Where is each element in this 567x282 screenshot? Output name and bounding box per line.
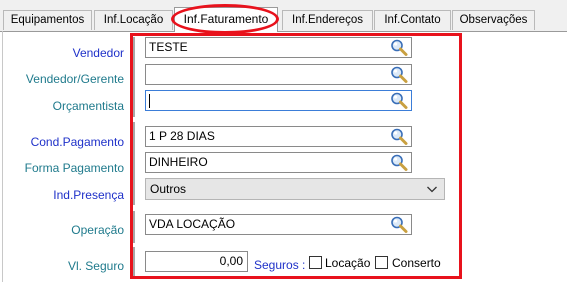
forma-pagamento-label: Forma Pagamento	[24, 161, 124, 175]
tab-inf-faturamento[interactable]: Inf.Faturamento	[174, 7, 278, 32]
cond-pagamento-field[interactable]: 1 P 28 DIAS	[145, 126, 412, 147]
forma-pagamento-lookup-magnifier-icon[interactable]	[389, 153, 410, 172]
seguro-locacao-label: Locação	[325, 256, 371, 270]
cond-pagamento-label: Cond.Pagamento	[30, 135, 124, 149]
vl-seguro-field[interactable]: 0,00	[145, 251, 248, 272]
vendedor-lookup-magnifier-icon[interactable]	[389, 38, 410, 57]
vendedor-gerente-label: Vendedor/Gerente	[25, 72, 124, 86]
seguro-locacao-checkbox[interactable]	[309, 256, 322, 269]
ind-presenca-label: Ind.Presença	[53, 188, 124, 202]
forma-pagamento-value: DINHEIRO	[149, 155, 208, 169]
tab-equipamentos[interactable]: Equipamentos	[3, 10, 92, 30]
tab-observacoes[interactable]: Observações	[452, 10, 535, 30]
group-separator	[133, 122, 135, 205]
panel-left-border	[2, 31, 3, 282]
operacao-lookup-magnifier-icon[interactable]	[389, 215, 410, 234]
seguro-conserto-checkbox[interactable]	[375, 256, 388, 269]
group-separator	[133, 211, 135, 243]
tab-inf-enderecos[interactable]: Inf.Endereços	[282, 10, 373, 30]
seguro-conserto-label: Conserto	[392, 256, 441, 270]
text-caret	[149, 94, 150, 108]
tab-inf-contato[interactable]: Inf.Contato	[374, 10, 451, 30]
ind-presenca-value: Outros	[150, 182, 187, 196]
cond-pagamento-lookup-magnifier-icon[interactable]	[389, 127, 410, 146]
tab-strip: Equipamentos Inf.Locação Inf.Faturamento…	[0, 0, 567, 32]
orcamentista-field[interactable]	[145, 90, 412, 111]
chevron-down-icon	[427, 186, 437, 193]
seguros-label: Seguros :	[254, 258, 306, 272]
cond-pagamento-value: 1 P 28 DIAS	[149, 129, 215, 143]
operacao-field[interactable]: VDA LOCAÇÃO	[145, 214, 412, 235]
orcamentista-label: Orçamentista	[52, 99, 124, 113]
orcamentista-lookup-magnifier-icon[interactable]	[389, 91, 410, 110]
vendedor-gerente-lookup-magnifier-icon[interactable]	[389, 65, 410, 84]
tab-inf-locacao[interactable]: Inf.Locação	[94, 10, 173, 30]
ind-presenca-select[interactable]: Outros	[145, 178, 445, 200]
operacao-label: Operação	[71, 223, 124, 237]
vendedor-value: TESTE	[149, 40, 188, 54]
vendedor-label: Vendedor	[72, 46, 124, 60]
operacao-value: VDA LOCAÇÃO	[149, 217, 236, 231]
vendedor-gerente-field[interactable]	[145, 64, 412, 85]
vl-seguro-label: Vl. Seguro	[67, 259, 124, 273]
group-separator	[133, 247, 135, 277]
forma-pagamento-field[interactable]: DINHEIRO	[145, 152, 412, 173]
vl-seguro-value: 0,00	[219, 254, 243, 268]
vendedor-field[interactable]: TESTE	[145, 37, 412, 58]
group-separator	[133, 37, 135, 117]
